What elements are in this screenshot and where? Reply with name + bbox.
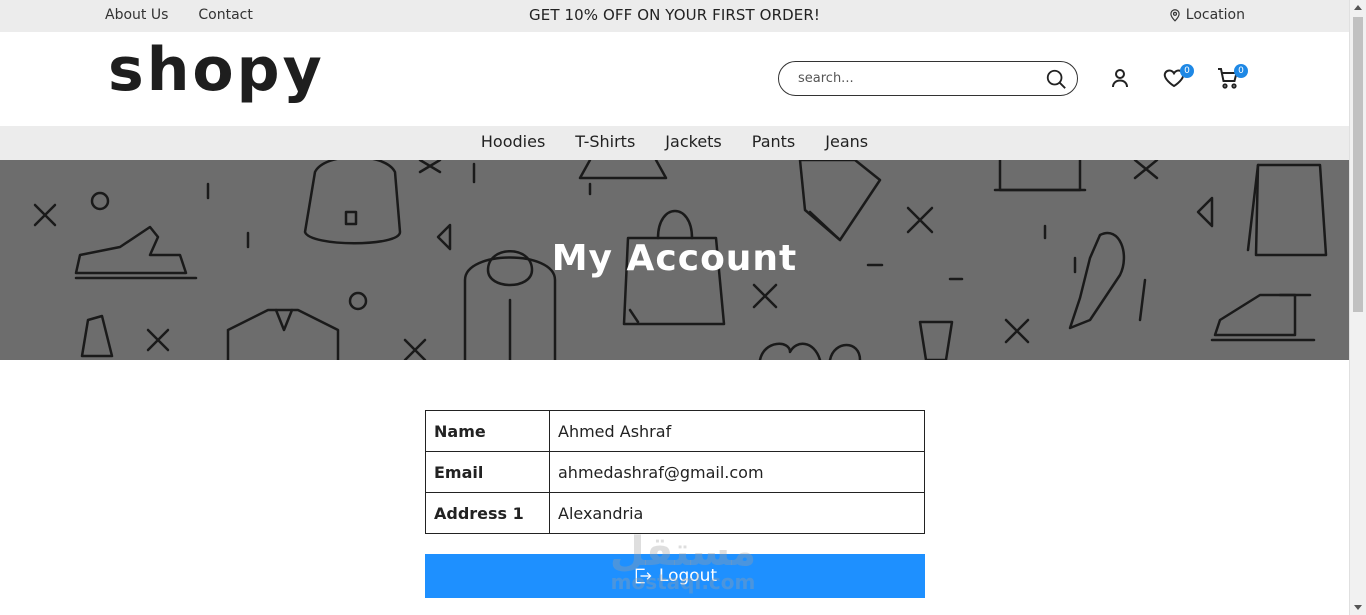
table-row: Name Ahmed Ashraf (425, 410, 925, 452)
cart-badge: 0 (1234, 64, 1248, 78)
table-row: Email ahmedashraf@gmail.com (425, 451, 925, 493)
category-nav: Hoodies T-Shirts Jackets Pants Jeans (0, 126, 1349, 160)
search-input[interactable] (798, 71, 1045, 86)
search-icon[interactable] (1045, 68, 1067, 90)
name-label: Name (425, 410, 550, 452)
page-title: My Account (551, 238, 798, 279)
nav-item-t-shirts[interactable]: T-Shirts (575, 132, 635, 160)
logout-icon (635, 568, 652, 584)
nav-item-hoodies[interactable]: Hoodies (481, 132, 545, 160)
logout-label: Logout (658, 566, 718, 586)
scroll-up-arrow-icon[interactable] (1354, 5, 1362, 10)
site-header: shopy 0 0 (0, 32, 1349, 126)
account-details-table: Name Ahmed Ashraf Email ahmedashraf@gmai… (425, 410, 925, 534)
email-value: ahmedashraf@gmail.com (549, 451, 925, 493)
page-scrollbar[interactable] (1349, 0, 1366, 615)
nav-item-jackets[interactable]: Jackets (665, 132, 721, 160)
logout-button[interactable]: Logout (425, 554, 925, 598)
address-value: Alexandria (549, 492, 925, 534)
promo-text: GET 10% OFF ON YOUR FIRST ORDER! (529, 6, 820, 24)
user-icon[interactable] (1108, 66, 1132, 90)
address-label: Address 1 (425, 492, 550, 534)
table-row: Address 1 Alexandria (425, 492, 925, 534)
nav-item-pants[interactable]: Pants (752, 132, 795, 160)
map-pin-icon (1170, 9, 1180, 22)
scroll-down-arrow-icon[interactable] (1354, 605, 1362, 610)
nav-item-jeans[interactable]: Jeans (825, 132, 868, 160)
top-bar: About Us Contact GET 10% OFF ON YOUR FIR… (0, 0, 1349, 32)
email-label: Email (425, 451, 550, 493)
scrollbar-thumb[interactable] (1353, 17, 1363, 312)
search-box (778, 61, 1078, 96)
name-value: Ahmed Ashraf (549, 410, 925, 452)
page-banner: My Account (0, 160, 1349, 360)
wishlist-badge: 0 (1180, 64, 1194, 78)
site-logo[interactable]: shopy (108, 40, 325, 100)
location-label: Location (1185, 7, 1245, 23)
location-link[interactable]: Location (1168, 7, 1245, 23)
